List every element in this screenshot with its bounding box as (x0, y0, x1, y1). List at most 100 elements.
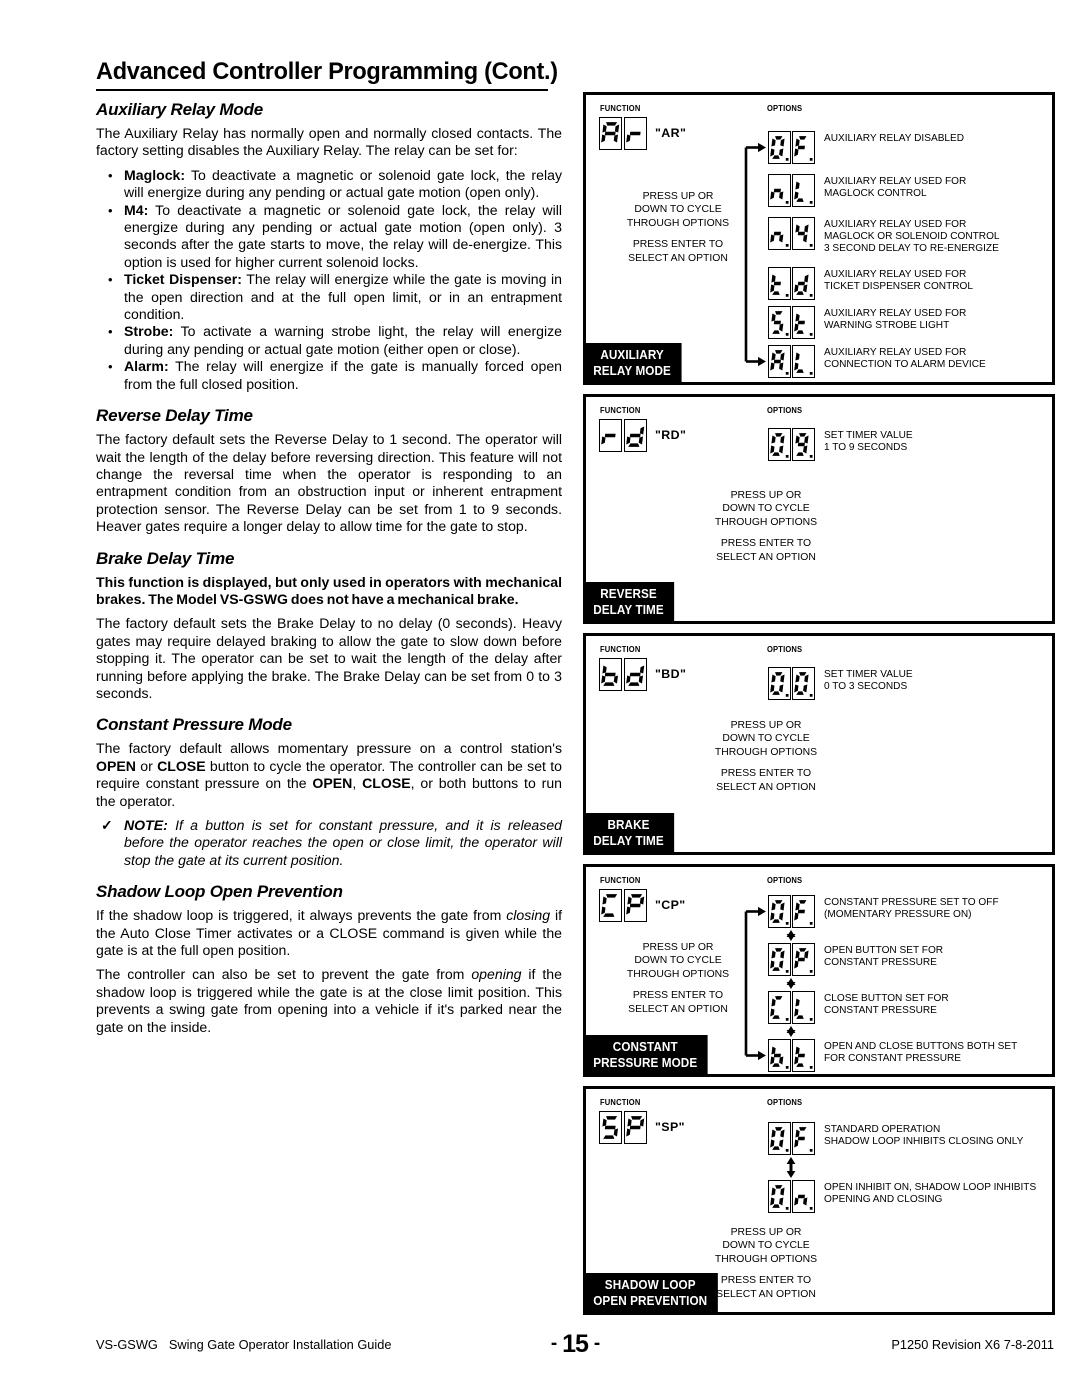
bullet-term: M4: (124, 201, 149, 218)
seven-segment-digit (768, 345, 791, 378)
seven-segment-digit (768, 174, 791, 207)
option-code-display (768, 306, 815, 339)
option-description: SET TIMER VALUE 0 TO 3 SECONDS (824, 669, 913, 693)
seven-segment-digit (768, 267, 791, 300)
paragraph-brake-delay: The factory default sets the Brake Delay… (96, 615, 562, 701)
function-code-abbreviation: "BD" (655, 666, 687, 681)
option-description: STANDARD OPERATION SHADOW LOOP INHIBITS C… (824, 1124, 1024, 1148)
paragraph-aux-relay-intro: The Auxiliary Relay has normally open an… (96, 125, 562, 159)
diagram-options-label: OPTIONS (767, 875, 803, 885)
seven-segment-digit (768, 667, 791, 700)
tab-line: OPEN PREVENTION (593, 1293, 708, 1308)
option-description: AUXILIARY RELAY USED FOR WARNING STROBE L… (824, 308, 967, 332)
diagram-function-label: FUNCTION (600, 1097, 641, 1107)
seven-segment-digit (768, 1039, 791, 1072)
option-description: CLOSE BUTTON SET FOR CONSTANT PRESSURE (824, 993, 949, 1017)
diagram-function-label: FUNCTION (600, 644, 641, 654)
seven-segment-digit (624, 1111, 647, 1144)
option-code-display (768, 217, 815, 250)
diagram-title-tab: AUXILIARY RELAY MODE (583, 343, 682, 385)
paragraph-shadow-loop-1: If the shadow loop is triggered, it alwa… (96, 907, 562, 959)
option-code-display (768, 345, 815, 378)
heading-brake-delay-time: Brake Delay Time (96, 548, 235, 568)
seven-segment-digit (768, 1180, 791, 1213)
bullet-term: Ticket Dispenser: (124, 271, 242, 288)
option-code-display (768, 1122, 815, 1155)
diagram-option-row: CONSTANT PRESSURE SET TO OFF (MOMENTARY P… (768, 895, 999, 928)
seven-segment-digit (792, 895, 815, 928)
seven-segment-digit (599, 117, 622, 150)
option-description: AUXILIARY RELAY USED FOR MAGLOCK CONTROL (824, 176, 967, 200)
option-code-display (768, 174, 815, 207)
diagram-option-row: OPEN INHIBIT ON, SHADOW LOOP INHIBITS OPE… (768, 1180, 1036, 1213)
paragraph-constant-pressure: The factory default allows momentary pre… (96, 740, 562, 810)
function-code-abbreviation: "SP" (655, 1119, 685, 1134)
diagram-shadow-loop-open-prevention: FUNCTION OPTIONS "SP" STANDARD OPERATION SHA… (583, 1086, 1055, 1315)
option-description: AUXILIARY RELAY USED FOR CONNECTION TO AL… (824, 347, 986, 371)
tab-line: DELAY TIME (593, 602, 664, 617)
function-code-abbreviation: "RD" (655, 427, 687, 442)
note-constant-pressure: ✓ NOTE: If a button is set for constant p… (96, 817, 562, 869)
cp-open-2: OPEN (312, 775, 353, 792)
diagram-instructions: PRESS UP OR DOWN TO CYCLE THROUGH OPTIONS P… (626, 942, 730, 1015)
seven-segment-digit (768, 428, 791, 461)
footer-dash-left: - (550, 1333, 557, 1354)
footer-revision: P1250 Revision X6 7-8-2011 (891, 1337, 1054, 1352)
option-description: SET TIMER VALUE 1 TO 9 SECONDS (824, 430, 913, 454)
heading-shadow-loop-open-prevention: Shadow Loop Open Prevention (96, 882, 343, 902)
right-diagram-column: FUNCTION OPTIONS "AR" AUXILIARY RELAY DISAB… (583, 92, 1055, 1324)
cp-text-2: or (135, 757, 158, 774)
note-text: If a button is set for constant pressure… (124, 817, 562, 868)
diagram-constant-pressure-mode: FUNCTION OPTIONS "CP" CONSTANT PRESSURE SET… (583, 864, 1055, 1077)
paragraph-reverse-delay: The factory default sets the Reverse Del… (96, 431, 562, 535)
option-code-display (768, 943, 815, 976)
tab-line: RELAY MODE (593, 363, 671, 378)
seven-segment-digit (792, 1180, 815, 1213)
checkmark-icon: ✓ (101, 817, 113, 833)
heading-reverse-delay-time: Reverse Delay Time (96, 406, 253, 426)
bullet-term: Maglock: (124, 166, 186, 183)
list-item: Strobe: To activate a warning strobe lig… (96, 323, 562, 358)
function-code-display: "BD" (599, 658, 686, 691)
option-code-display (768, 895, 815, 928)
heading-constant-pressure-mode: Constant Pressure Mode (96, 715, 292, 735)
diagram-option-row: SET TIMER VALUE 1 TO 9 SECONDS (768, 428, 913, 461)
diagram-option-row: OPEN AND CLOSE BUTTONS BOTH SET FOR CONST… (768, 1039, 1017, 1072)
diagram-option-row: SET TIMER VALUE 0 TO 3 SECONDS (768, 667, 913, 700)
tab-line: REVERSE (600, 587, 657, 601)
seven-segment-digit (792, 667, 815, 700)
left-text-column: Auxiliary Relay Mode The Auxiliary Relay… (96, 100, 562, 1043)
seven-segment-digit (792, 1122, 815, 1155)
diagram-options-label: OPTIONS (767, 644, 803, 654)
tab-line: AUXILIARY (600, 348, 664, 362)
function-code-abbreviation: "AR" (655, 125, 687, 140)
tab-line: SHADOW LOOP (604, 1278, 696, 1292)
option-description: OPEN BUTTON SET FOR CONSTANT PRESSURE (824, 945, 944, 969)
seven-segment-digit (792, 174, 815, 207)
diagram-title-tab: CONSTANT PRESSURE MODE (583, 1035, 708, 1077)
cp-text-1: The factory default allows momentary pre… (96, 740, 562, 757)
cp-close-1: CLOSE (157, 757, 206, 774)
option-code-display (768, 267, 815, 300)
tab-line: BRAKE (607, 818, 650, 832)
diagram-auxiliary-relay-mode: FUNCTION OPTIONS "AR" AUXILIARY RELAY DISAB… (583, 92, 1055, 385)
tab-line: CONSTANT (612, 1040, 678, 1054)
option-code-display (768, 131, 815, 164)
list-item: Ticket Dispenser: The relay will energiz… (96, 271, 562, 323)
option-description: OPEN INHIBIT ON, SHADOW LOOP INHIBITS OPE… (824, 1182, 1037, 1206)
function-code-display: "CP" (599, 889, 686, 922)
diagram-function-label: FUNCTION (600, 103, 641, 113)
tab-line: PRESSURE MODE (593, 1055, 698, 1070)
diagram-option-row: AUXILIARY RELAY USED FOR MAGLOCK CONTROL (768, 174, 966, 207)
bullet-text: To deactivate a magnetic or solenoid gat… (124, 166, 562, 201)
cp-text-4: , (352, 775, 363, 792)
function-code-display: "SP" (599, 1111, 685, 1144)
seven-segment-digit (624, 419, 647, 452)
seven-segment-digit (792, 1039, 815, 1072)
heading-auxiliary-relay-mode: Auxiliary Relay Mode (96, 100, 264, 119)
list-item: M4: To deactivate a magnetic or solenoid… (96, 202, 562, 272)
seven-segment-digit (792, 991, 815, 1024)
seven-segment-digit (599, 1111, 622, 1144)
seven-segment-digit (792, 345, 815, 378)
sl-italic-closing: closing (506, 907, 551, 924)
